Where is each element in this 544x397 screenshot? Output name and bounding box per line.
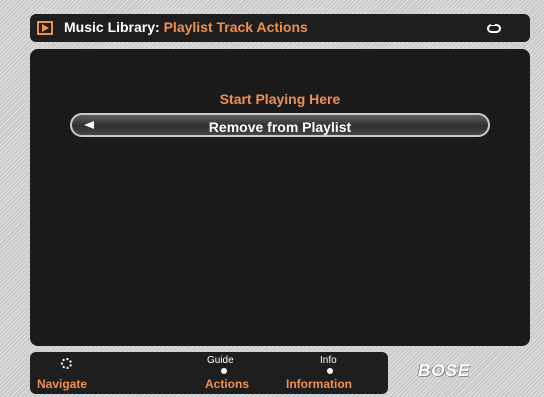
info-dot-icon bbox=[327, 368, 333, 374]
title-sub: Playlist Track Actions bbox=[163, 19, 308, 35]
title-bar: Music Library: Playlist Track Actions bbox=[30, 14, 530, 42]
menu-panel: Start Playing Here Remove from Playlist bbox=[30, 49, 530, 346]
title-lead: Music Library: bbox=[64, 19, 160, 35]
footer-controls: Navigate Guide Actions Info Information bbox=[30, 352, 388, 394]
information-label[interactable]: Information bbox=[286, 377, 352, 391]
arrow-left-icon bbox=[84, 121, 94, 129]
menu-item-start-playing-here[interactable]: Start Playing Here bbox=[70, 87, 490, 111]
guide-hint: Guide bbox=[207, 355, 234, 366]
actions-label[interactable]: Actions bbox=[205, 377, 249, 391]
menu-item-remove-from-playlist[interactable]: Remove from Playlist bbox=[70, 113, 490, 137]
navigate-label[interactable]: Navigate bbox=[37, 377, 87, 391]
info-hint: Info bbox=[320, 355, 337, 366]
page-title: Music Library: Playlist Track Actions bbox=[64, 19, 308, 35]
menu-item-label: Remove from Playlist bbox=[208, 119, 352, 135]
actions-dot-icon bbox=[221, 368, 227, 374]
navigate-ring-icon bbox=[61, 358, 72, 369]
brand-logo: BOSE bbox=[418, 361, 471, 380]
play-box-icon bbox=[37, 21, 53, 35]
repeat-icon bbox=[487, 21, 501, 33]
